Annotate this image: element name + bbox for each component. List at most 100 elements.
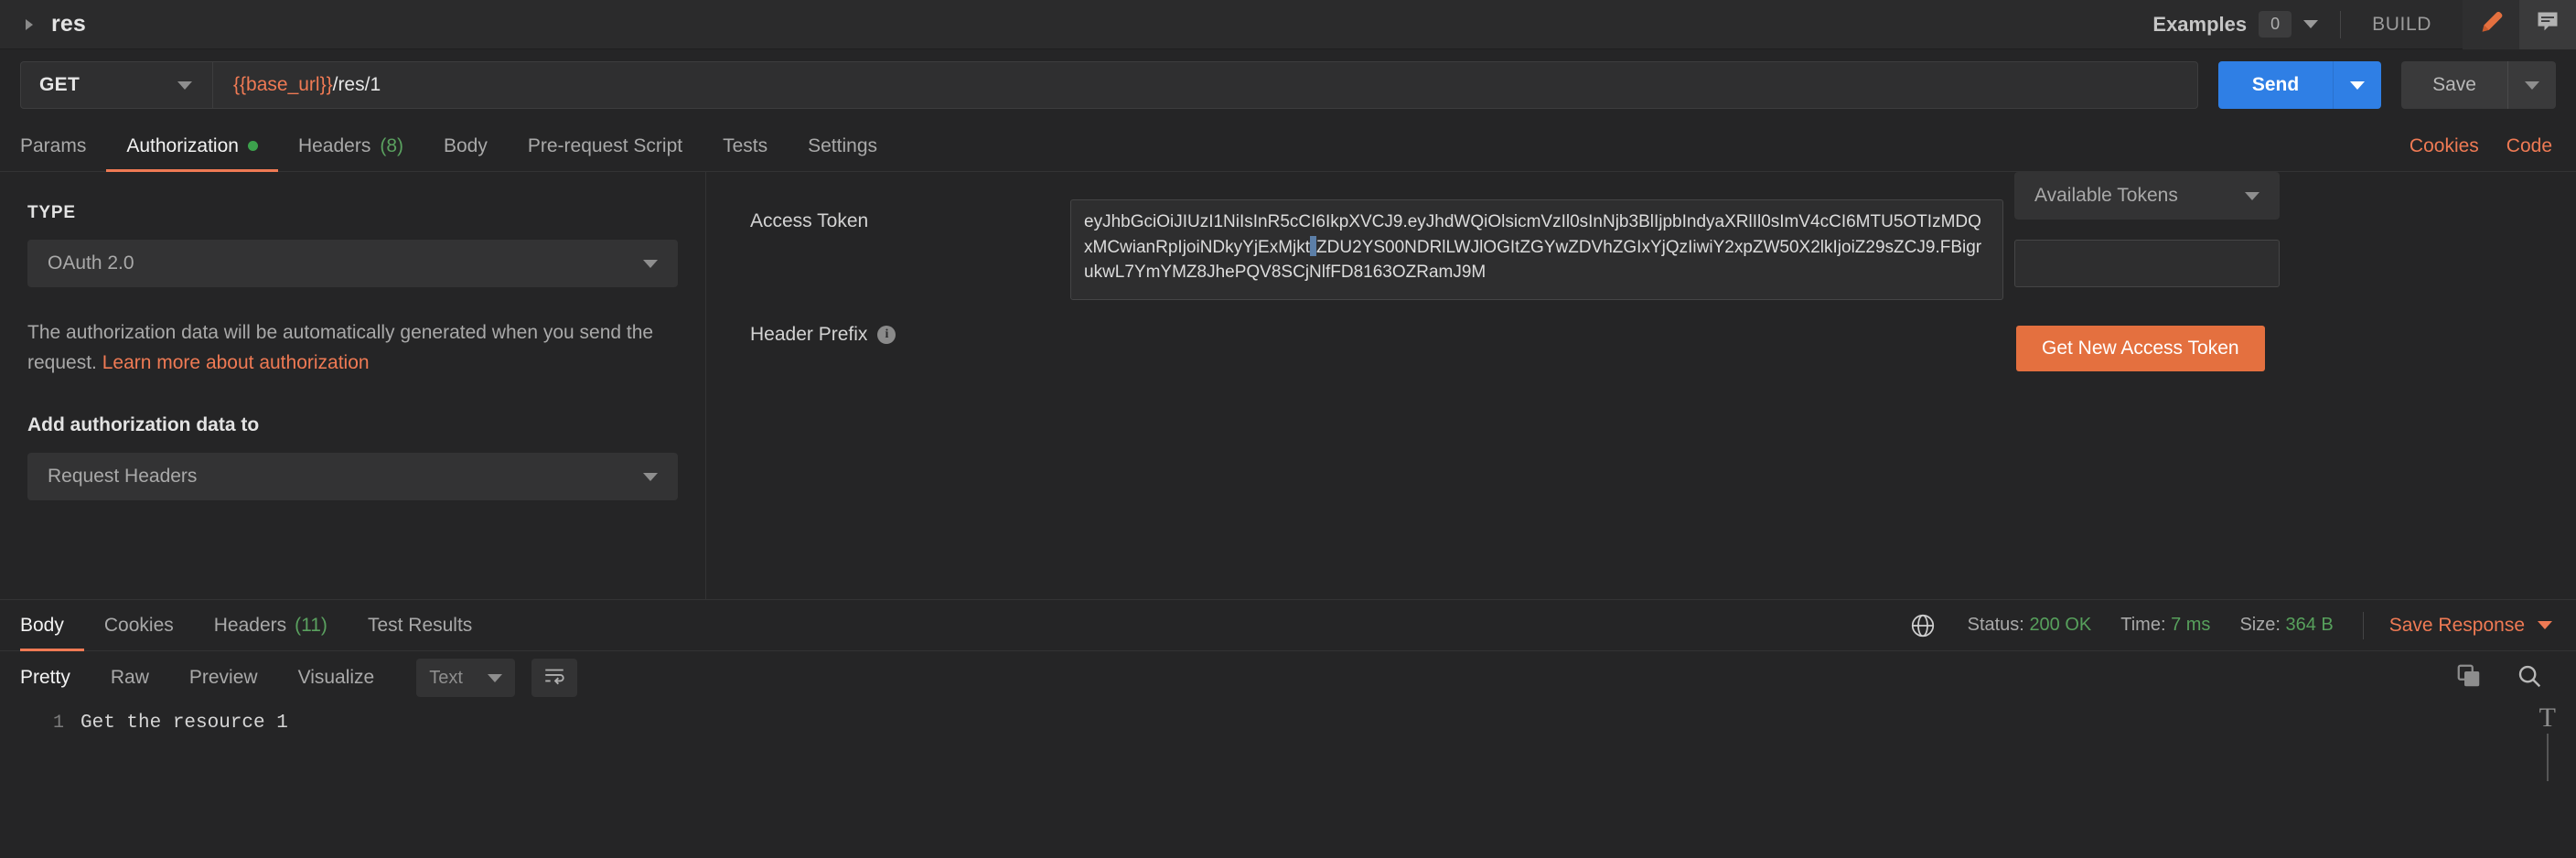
response-format-select[interactable]: Text: [416, 659, 515, 697]
view-tab-preview[interactable]: Preview: [169, 667, 278, 689]
divider: [2363, 612, 2364, 639]
header-prefix-label: Header Prefix i: [750, 313, 1070, 346]
chevron-down-icon: [643, 260, 658, 268]
wrap-lines-button[interactable]: [531, 659, 577, 697]
send-options-button[interactable]: [2333, 61, 2381, 109]
response-panel: Body Cookies Headers (11) Test Results S…: [0, 599, 2576, 858]
examples-dropdown[interactable]: Examples 0: [2152, 11, 2340, 38]
view-tab-visualize[interactable]: Visualize: [278, 667, 395, 689]
examples-count-badge: 0: [2259, 11, 2292, 38]
auth-configured-dot-icon: [248, 141, 258, 151]
access-token-row: Access Token eyJhbGciOiJIUzI1NiIsInR5cCI…: [706, 199, 2576, 300]
auth-note: The authorization data will be automatic…: [27, 318, 668, 378]
tab-label: Cookies: [104, 615, 174, 637]
tab-label: Authorization: [126, 135, 239, 157]
info-icon[interactable]: i: [877, 326, 896, 344]
authorization-panel: TYPE OAuth 2.0 The authorization data wi…: [0, 172, 2576, 599]
pencil-icon: [2477, 8, 2505, 40]
headers-count-badge: (8): [380, 135, 403, 157]
globe-icon[interactable]: [1909, 612, 1937, 639]
add-auth-data-select[interactable]: Request Headers: [27, 453, 678, 500]
available-tokens-label: Available Tokens: [2034, 185, 2178, 207]
wrap-lines-icon: [542, 664, 566, 692]
status-value: 200 OK: [2029, 615, 2091, 635]
page-title: res: [51, 11, 86, 38]
send-button[interactable]: Send: [2218, 61, 2333, 109]
header-prefix-input[interactable]: [1070, 313, 2003, 359]
size-badge: Size: 364 B: [2239, 615, 2333, 636]
comment-button[interactable]: [2519, 0, 2576, 49]
save-response-button[interactable]: Save Response: [2389, 615, 2552, 637]
url-input[interactable]: {{base_url}}/res/1: [213, 62, 2197, 108]
url-path: /res/1: [333, 74, 381, 96]
chevron-down-icon: [2538, 621, 2552, 629]
auth-type-value: OAuth 2.0: [48, 252, 134, 274]
cookies-link[interactable]: Cookies: [2410, 135, 2479, 157]
tab-params[interactable]: Params: [20, 121, 106, 171]
chevron-down-icon: [2245, 192, 2259, 200]
tab-label: Headers: [298, 135, 370, 157]
tab-label: Tests: [723, 135, 767, 157]
header-prefix-row: Header Prefix i: [706, 313, 2576, 359]
request-tab-bar: Params Authorization Headers (8) Body Pr…: [0, 121, 2576, 172]
triangle-right-icon[interactable]: [20, 16, 38, 34]
token-secondary-input[interactable]: [2014, 240, 2280, 287]
tab-label: Test Results: [368, 615, 472, 637]
view-tab-raw[interactable]: Raw: [91, 667, 169, 689]
response-body-text: Get the resource 1: [80, 710, 288, 858]
search-button[interactable]: [2516, 662, 2543, 694]
line-number-gutter: 1: [0, 710, 80, 858]
http-method-select[interactable]: GET: [21, 62, 213, 108]
time-label: Time:: [2120, 615, 2165, 635]
size-value: 364 B: [2285, 615, 2333, 635]
response-toolbar: Pretty Raw Preview Visualize Text: [0, 651, 2576, 704]
chevron-down-icon: [2303, 20, 2318, 28]
chevron-down-icon: [643, 473, 658, 481]
copy-button[interactable]: [2455, 662, 2483, 694]
response-meta: Status: 200 OK Time: 7 ms Size: 364 B Sa…: [1909, 600, 2556, 650]
access-token-input[interactable]: eyJhbGciOiJIUzI1NiIsInR5cCI6IkpXVCJ9.eyJ…: [1070, 199, 2003, 300]
tab-label: Pre-request Script: [528, 135, 682, 157]
save-options-button[interactable]: [2507, 61, 2556, 109]
auth-type-column: TYPE OAuth 2.0 The authorization data wi…: [0, 172, 706, 599]
examples-label: Examples: [2152, 13, 2247, 37]
tab-label: Params: [20, 135, 86, 157]
tab-label: Body: [20, 615, 64, 637]
response-tab-test-results[interactable]: Test Results: [348, 600, 492, 650]
status-badge: Status: 200 OK: [1968, 615, 2092, 636]
tab-body[interactable]: Body: [424, 121, 508, 171]
auth-fields-column: Access Token eyJhbGciOiJIUzI1NiIsInR5cCI…: [706, 172, 2576, 599]
save-response-label: Save Response: [2389, 615, 2525, 637]
tab-headers[interactable]: Headers (8): [278, 121, 424, 171]
response-toolbar-actions: [2455, 662, 2556, 694]
tab-settings[interactable]: Settings: [788, 121, 897, 171]
save-button[interactable]: Save: [2401, 61, 2507, 109]
view-tab-pretty[interactable]: Pretty: [20, 667, 91, 689]
url-bar: GET {{base_url}}/res/1 Send Save: [0, 49, 2576, 121]
save-group: Save: [2401, 61, 2556, 109]
code-link[interactable]: Code: [2506, 135, 2552, 157]
response-tab-bar: Body Cookies Headers (11) Test Results S…: [0, 600, 2576, 651]
time-value: 7 ms: [2171, 615, 2210, 635]
chevron-down-icon: [2525, 81, 2539, 90]
auth-type-select[interactable]: OAuth 2.0: [27, 240, 678, 287]
response-tab-cookies[interactable]: Cookies: [84, 600, 194, 650]
response-tab-body[interactable]: Body: [20, 600, 84, 650]
request-tab-links: Cookies Code: [2410, 121, 2556, 171]
tab-tests[interactable]: Tests: [703, 121, 788, 171]
learn-more-link[interactable]: Learn more about authorization: [102, 352, 370, 373]
available-tokens-select[interactable]: Available Tokens: [2014, 172, 2280, 220]
size-label: Size:: [2239, 615, 2280, 635]
response-body: 1 Get the resource 1 T: [0, 704, 2576, 858]
response-tab-headers[interactable]: Headers (11): [194, 600, 348, 650]
add-auth-data-value: Request Headers: [48, 466, 197, 488]
tab-authorization[interactable]: Authorization: [106, 121, 278, 171]
build-label[interactable]: BUILD: [2341, 14, 2463, 36]
line-number: 1: [53, 713, 64, 734]
tab-pre-request-script[interactable]: Pre-request Script: [508, 121, 703, 171]
edit-pencil-button[interactable]: [2463, 0, 2519, 49]
text-cursor-icon[interactable]: T: [2539, 704, 2556, 781]
http-method-value: GET: [39, 74, 80, 96]
get-new-access-token-button[interactable]: Get New Access Token: [2016, 326, 2265, 371]
tab-label: Body: [444, 135, 488, 157]
